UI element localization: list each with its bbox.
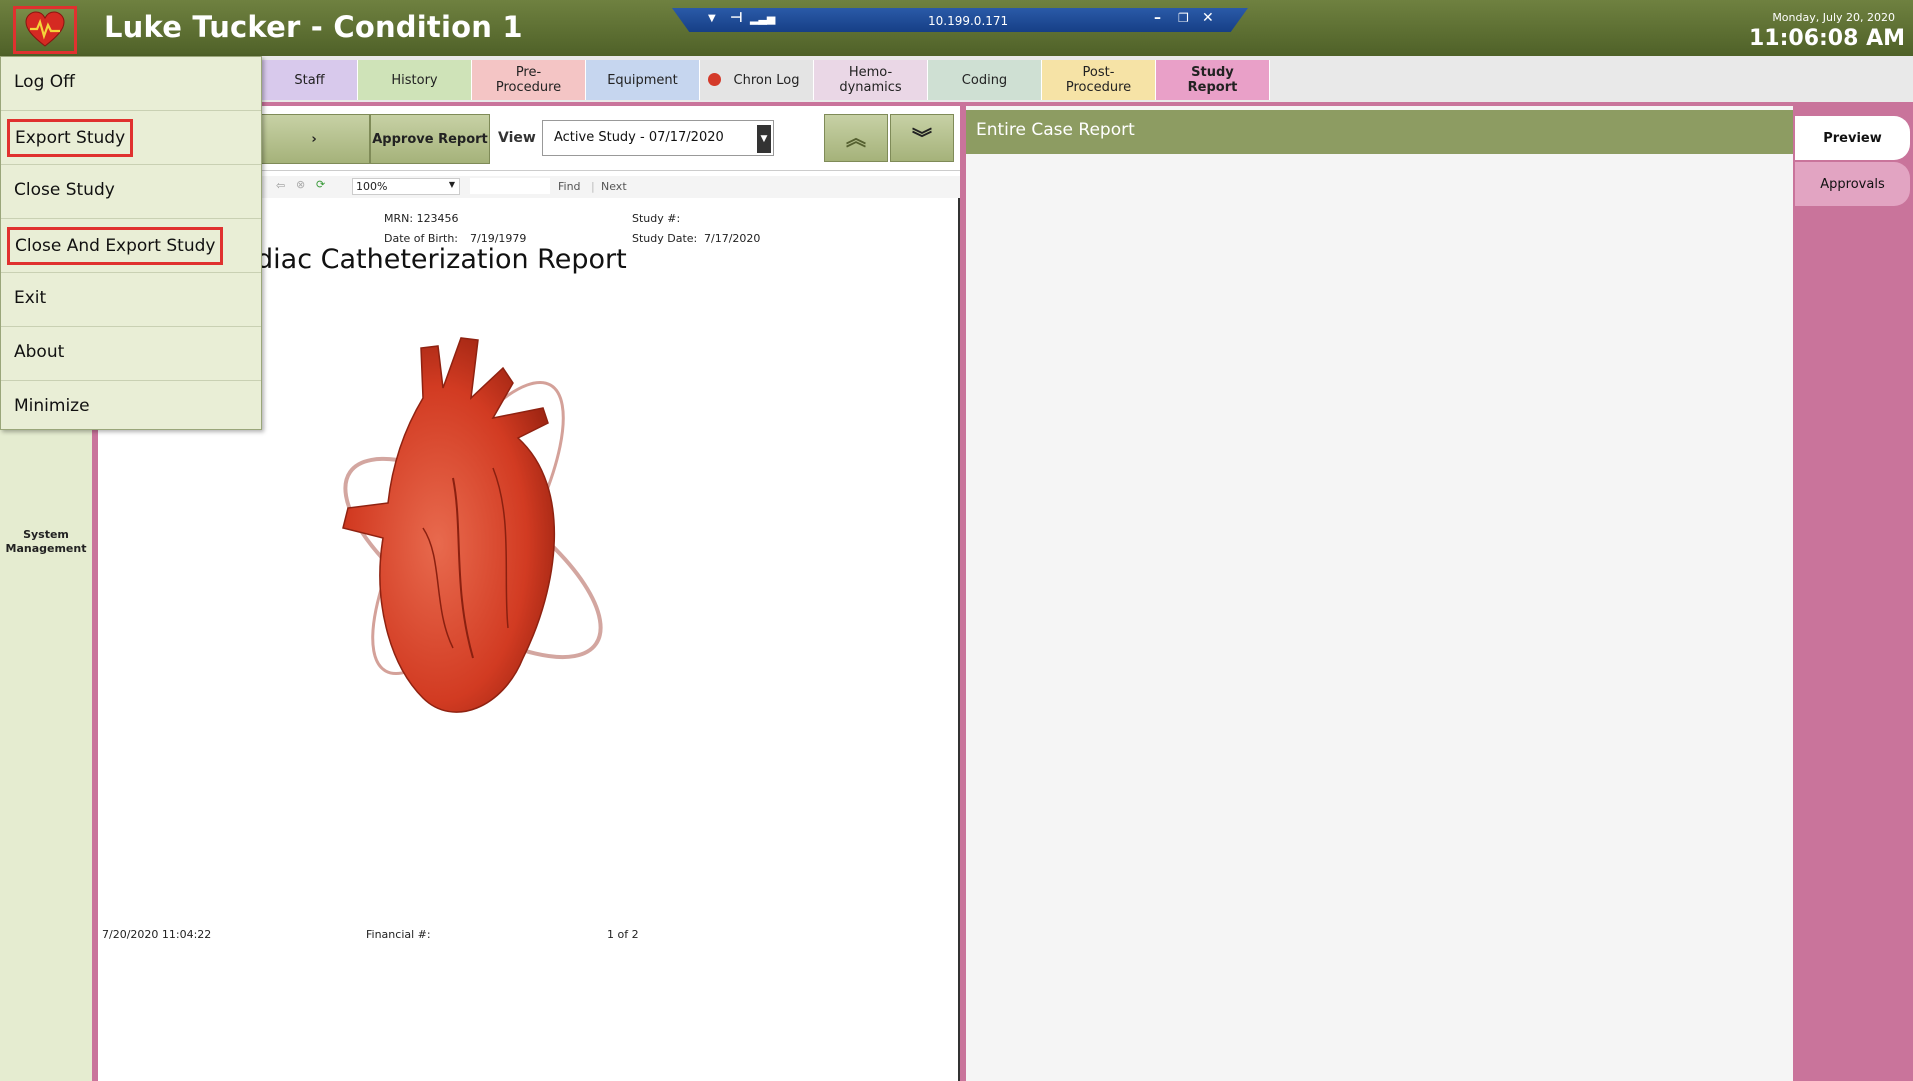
stop-icon[interactable]: ⊗ [296,178,305,191]
signal-icon: ▂▃▅ [750,12,776,25]
title-bar: Luke Tucker - Condition 1 ▼ ⊣ ▂▃▅ 10.199… [0,0,1913,56]
footer-timestamp: 7/20/2020 11:04:22 [102,928,212,941]
right-side-tabs: Preview Approvals [1795,106,1913,1081]
zoom-value: 100% [356,180,388,193]
approve-report-button[interactable]: Approve Report [370,114,490,164]
tab-staff[interactable]: Staff [262,60,358,100]
heart-illustration [342,337,603,713]
heart-pulse-icon [25,11,65,47]
app-menu: Log Off Export Study Close Study Close A… [0,56,262,430]
tab-label: Staff [294,72,325,88]
tab-chron-log[interactable]: Chron Log [700,60,814,100]
menu-item-minimize[interactable]: Minimize [1,381,261,435]
window-title: Luke Tucker - Condition 1 [104,10,523,44]
menu-item-about[interactable]: About [1,327,261,381]
tab-post-procedure[interactable]: Post- Procedure [1042,60,1156,100]
minimize-icon[interactable]: – [1154,10,1161,26]
menu-item-label: Log Off [14,72,75,92]
view-dropdown[interactable]: Active Study - 07/17/2020 ▼ [542,120,774,156]
report-title: Cardiac Catheterization Report [210,244,627,275]
remote-connection-bar: ▼ ⊣ ▂▃▅ 10.199.0.171 – ❐ ✕ [672,8,1248,32]
current-date: Monday, July 20, 2020 [1772,11,1895,24]
tab-label: Study Report [1187,65,1238,95]
double-chevron-down-icon: ︾ [912,125,932,150]
menu-item-exit[interactable]: Exit [1,273,261,327]
menu-item-close-study[interactable]: Close Study [1,165,261,219]
tab-approvals[interactable]: Approvals [1795,162,1910,206]
tab-label: Pre- Procedure [495,65,562,95]
current-time: 11:06:08 AM [1748,26,1905,51]
tab-equipment[interactable]: Equipment [586,60,700,100]
close-icon[interactable]: ✕ [1202,10,1214,26]
tab-hemodynamics[interactable]: Hemo- dynamics [814,60,928,100]
tab-label: Hemo- dynamics [839,65,902,95]
tab-study-report[interactable]: Study Report [1156,60,1270,100]
footer-page: 1 of 2 [607,928,639,941]
back-button[interactable]: › [258,114,370,164]
divider: | [591,180,595,193]
find-input[interactable] [470,178,550,194]
menu-item-label: Close And Export Study [7,227,224,265]
study-number: Study #: [632,212,681,225]
menu-item-label: Exit [14,288,47,308]
tab-label: Post- Procedure [1065,65,1132,95]
tab-history[interactable]: History [358,60,472,100]
restore-icon[interactable]: ❐ [1178,11,1189,25]
menu-item-label: Minimize [14,396,90,416]
chevron-down-icon: ▼ [448,180,455,189]
pin-icon[interactable]: ⊣ [730,10,743,26]
next-link[interactable]: Next [601,180,627,193]
view-dropdown-value: Active Study - 07/17/2020 [554,130,724,145]
tab-label: History [391,72,438,88]
mrn: MRN: 123456 [384,212,459,225]
double-chevron-up-icon: ︽ [846,125,866,150]
scroll-up-button[interactable]: ︽ [824,114,888,162]
tab-pre-procedure[interactable]: Pre- Procedure [472,60,586,100]
tab-coding[interactable]: Coding [928,60,1042,100]
study-date-label: Study Date: [632,232,698,245]
sidebar-item-system-management[interactable]: System Management [0,528,92,556]
tab-label: Chron Log [733,72,800,88]
study-date-value: 7/17/2020 [704,232,761,245]
menu-item-label: About [14,342,65,362]
chevron-down-icon: ▼ [757,125,771,153]
app-menu-button[interactable] [13,6,77,54]
menu-item-export-study[interactable]: Export Study [1,111,261,165]
menu-item-label: Export Study [7,119,134,157]
zoom-dropdown[interactable]: 100% ▼ [352,178,460,195]
remote-ip: 10.199.0.171 [928,14,1009,28]
find-link[interactable]: Find [558,180,581,193]
case-report-header: Entire Case Report [966,110,1793,154]
menu-item-close-and-export-study[interactable]: Close And Export Study [1,219,261,273]
scroll-down-button[interactable]: ︾ [890,114,954,162]
back-arrow-icon[interactable]: ⇦ [276,179,285,192]
workflow-tab-bar: Staff History Pre- Procedure Equipment C… [0,56,1913,102]
menu-item-label: Close Study [14,180,115,200]
tab-preview[interactable]: Preview [1795,116,1910,160]
menu-item-log-off[interactable]: Log Off [1,57,261,111]
case-report-pane: Entire Case Report [966,106,1793,1081]
footer-financial: Financial #: [366,928,431,941]
record-status-icon [708,73,721,86]
chevron-down-icon[interactable]: ▼ [708,13,716,24]
tab-label: Coding [961,72,1008,88]
refresh-icon[interactable]: ⟳ [316,178,325,191]
tab-label: Equipment [607,72,678,88]
view-label: View [498,130,536,146]
